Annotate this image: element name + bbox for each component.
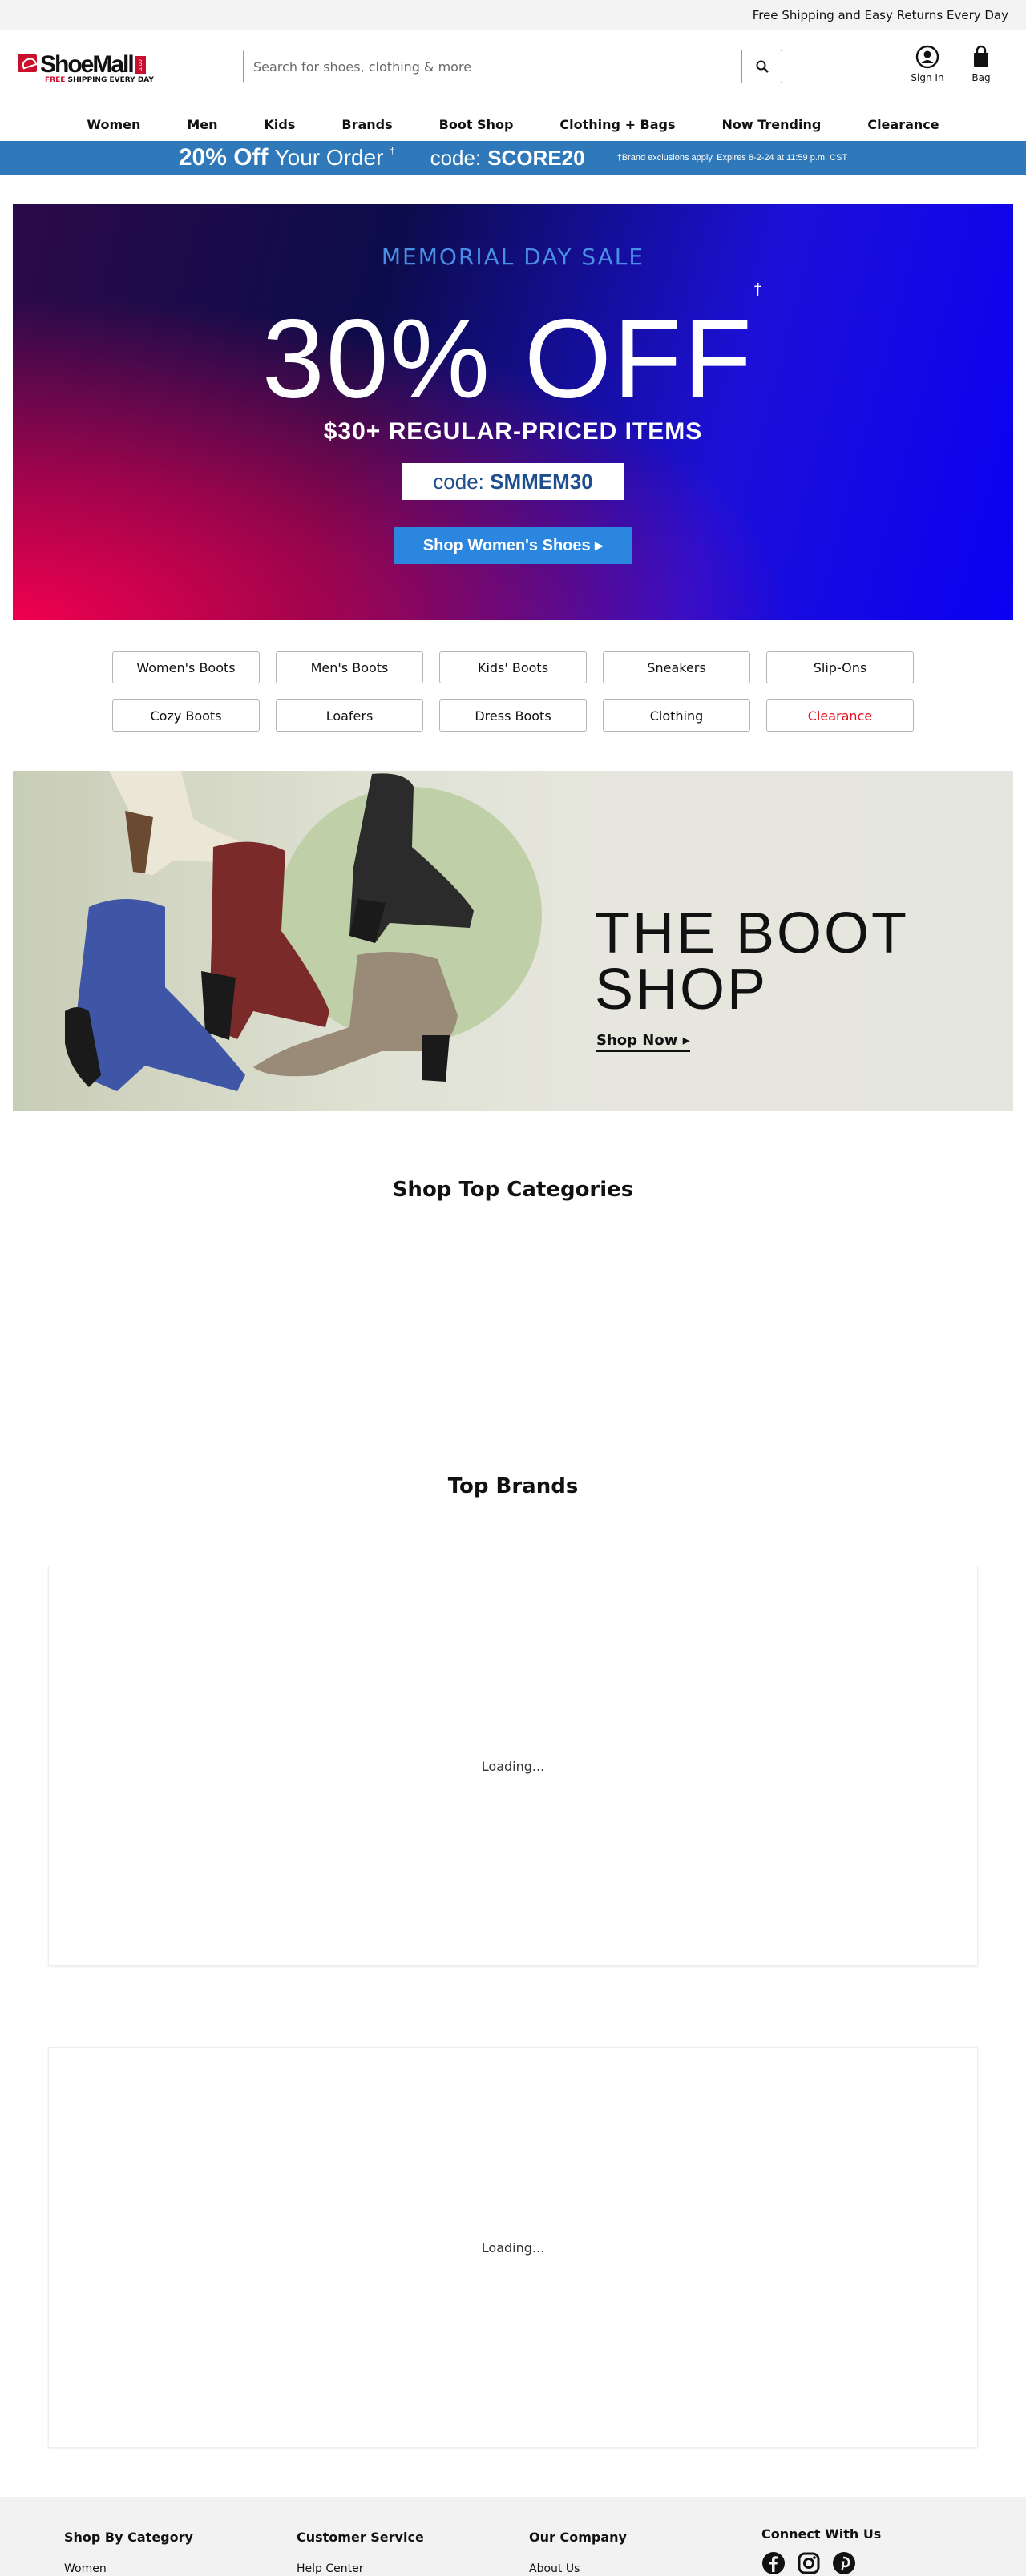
category-womens-boots[interactable]: Women's Boots <box>112 651 260 683</box>
memorial-day-hero-banner[interactable]: MEMORIAL DAY SALE 30% OFF† $30+ REGULAR-… <box>13 204 1013 620</box>
boot-shop-title: THE BOOT SHOP <box>595 905 909 1018</box>
western-boots-image <box>65 771 474 1091</box>
top-brands-heading: Top Brands <box>447 1474 579 1498</box>
category-cozy-boots[interactable]: Cozy Boots <box>112 699 260 732</box>
search-input[interactable] <box>244 50 741 83</box>
category-sneakers[interactable]: Sneakers <box>603 651 750 683</box>
hero-headline: 30% OFF† <box>13 281 1013 415</box>
footer-link-about-us[interactable]: About Us <box>529 2562 627 2575</box>
promo-discount: 20% Off <box>178 144 269 171</box>
footer-heading: Our Company <box>529 2530 627 2545</box>
category-dress-boots[interactable]: Dress Boots <box>439 699 587 732</box>
promo-code: SCORE20 <box>487 145 585 170</box>
category-clearance[interactable]: Clearance <box>766 699 914 732</box>
nav-women[interactable]: Women <box>63 117 164 132</box>
category-mens-boots[interactable]: Men's Boots <box>276 651 423 683</box>
nav-clearance[interactable]: Clearance <box>844 117 962 132</box>
nav-kids[interactable]: Kids <box>241 117 319 132</box>
promo-code-label: code: <box>430 145 482 170</box>
nav-now-trending[interactable]: Now Trending <box>699 117 845 132</box>
account-icon <box>915 45 939 69</box>
hero-promo-code: code: SMMEM30 <box>402 463 624 500</box>
search-button[interactable] <box>741 50 782 83</box>
nav-men[interactable]: Men <box>164 117 240 132</box>
facebook-icon[interactable] <box>761 2551 786 2575</box>
category-kids-boots[interactable]: Kids' Boots <box>439 651 587 683</box>
logo-dotcom: .com <box>135 56 146 74</box>
hero-code-value: SMMEM30 <box>490 470 593 494</box>
footer-link-women[interactable]: Women <box>64 2562 193 2575</box>
brands-loading-panel: Loading... <box>48 1566 978 1966</box>
category-slip-ons[interactable]: Slip-Ons <box>766 651 914 683</box>
promo-banner[interactable]: 20% Off Your Order † code: SCORE20 †Bran… <box>0 141 1026 175</box>
category-loafers[interactable]: Loafers <box>276 699 423 732</box>
announcement-text: Free Shipping and Easy Returns Every Day <box>752 8 1008 22</box>
boot-shop-title-line2: SHOP <box>595 957 769 1022</box>
shopping-bag-icon <box>974 45 988 67</box>
footer-col-shop-by-category: Shop By Category Women <box>64 2530 193 2575</box>
nav-brands[interactable]: Brands <box>318 117 415 132</box>
footer-heading: Connect With Us <box>761 2526 882 2542</box>
footer-heading: Customer Service <box>297 2530 424 2545</box>
content-loading-panel: Loading... <box>48 2047 978 2448</box>
footer-col-customer-service: Customer Service Help Center <box>297 2530 424 2575</box>
instagram-icon[interactable] <box>797 2551 821 2575</box>
bag-button[interactable]: Bag <box>957 45 1005 83</box>
category-clothing[interactable]: Clothing <box>603 699 750 732</box>
hero-subheadline: $30+ REGULAR-PRICED ITEMS <box>323 418 703 445</box>
loading-text: Loading... <box>481 2239 545 2256</box>
hero-dagger: † <box>753 281 765 299</box>
pinterest-icon[interactable] <box>832 2551 856 2575</box>
search-bar <box>243 50 782 83</box>
promo-your-order: Your Order <box>274 145 384 170</box>
site-header: ShoeMall .com FREE SHIPPING EVERY DAY Si… <box>0 30 1026 107</box>
boot-shop-banner[interactable]: THE BOOT SHOP Shop Now ▸ <box>13 771 1013 1111</box>
loading-text: Loading... <box>481 1758 545 1774</box>
social-links <box>761 2551 881 2575</box>
hero-code-label: code: <box>433 470 484 494</box>
footer-heading: Shop By Category <box>64 2530 193 2545</box>
logo-tagline-red: FREE <box>45 76 66 84</box>
hero-eyebrow: MEMORIAL DAY SALE <box>381 244 645 270</box>
nav-boot-shop[interactable]: Boot Shop <box>416 117 537 132</box>
sign-in-label: Sign In <box>911 72 944 83</box>
shop-top-categories-heading: Shop Top Categories <box>392 1178 634 1202</box>
promo-fine-print: †Brand exclusions apply. Expires 8-2-24 … <box>616 153 848 163</box>
main-navigation: Women Men Kids Brands Boot Shop Clothing… <box>0 107 1026 141</box>
boot-shop-now-link[interactable]: Shop Now ▸ <box>596 1032 690 1052</box>
logo-tagline: FREE SHIPPING EVERY DAY <box>45 76 154 84</box>
footer-col-connect: Connect With Us <box>761 2526 881 2575</box>
sign-in-button[interactable]: Sign In <box>903 45 951 83</box>
footer-col-our-company: Our Company About Us <box>529 2530 627 2575</box>
shop-womens-shoes-button[interactable]: Shop Women's Shoes ▸ <box>394 527 632 564</box>
promo-dagger: † <box>390 147 395 156</box>
search-icon <box>756 60 769 73</box>
bag-label: Bag <box>971 72 991 83</box>
boot-shop-title-line1: THE BOOT <box>595 901 910 965</box>
footer-link-help-center[interactable]: Help Center <box>297 2562 424 2575</box>
hero-headline-text: 30% OFF <box>261 295 753 421</box>
shoemall-logo[interactable]: ShoeMall .com FREE SHIPPING EVERY DAY <box>18 50 154 84</box>
top-announcement-bar: Free Shipping and Easy Returns Every Day <box>0 0 1026 30</box>
nav-clothing-bags[interactable]: Clothing + Bags <box>536 117 698 132</box>
logo-mark-icon <box>18 54 37 72</box>
logo-name: ShoeMall <box>40 51 135 78</box>
logo-tagline-rest: SHIPPING EVERY DAY <box>65 76 154 84</box>
site-footer: Shop By Category Women Customer Service … <box>0 2497 1026 2576</box>
